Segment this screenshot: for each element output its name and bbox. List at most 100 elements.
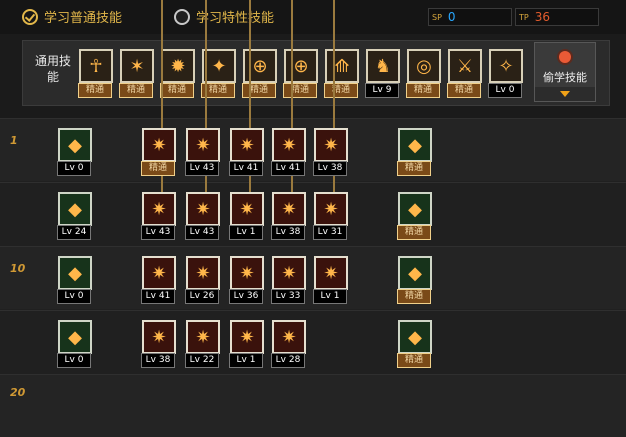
common-skill-icon[interactable]: ⊕: [284, 49, 318, 83]
tree-skill-icon[interactable]: ✷: [272, 128, 306, 162]
dropdown-arrow-icon[interactable]: [535, 87, 595, 101]
tree-skill-tag: 精通: [397, 161, 431, 176]
tree-skill-tag: Lv 41: [141, 289, 175, 304]
tree-skill-icon[interactable]: ✷: [314, 256, 348, 290]
radio-icon: [174, 8, 190, 25]
skill-glyph: ♞: [374, 55, 392, 77]
skill-glyph: ✹: [170, 55, 186, 77]
check-icon: [22, 8, 38, 25]
level-20: 20: [10, 386, 26, 399]
tp-label: TP: [519, 12, 529, 22]
tree-skill-icon[interactable]: ✷: [186, 320, 220, 354]
common-skill-icon[interactable]: ✧: [489, 49, 523, 83]
tree-skill-icon[interactable]: ✷: [314, 192, 348, 226]
tree-skill-tag: Lv 1: [229, 353, 263, 368]
skill-glyph: ✷: [281, 198, 297, 220]
skill-glyph: ✷: [239, 198, 255, 220]
tab-normal-skills[interactable]: 学习普通技能: [22, 7, 122, 26]
skill-glyph: ✷: [239, 134, 255, 156]
tree-skill-icon[interactable]: ✷: [272, 256, 306, 290]
common-skill-tag: 精通: [78, 83, 112, 98]
tree-skill-icon[interactable]: ◆: [58, 256, 92, 290]
tree-skill-tag: 精通: [397, 289, 431, 304]
tree-skill-icon[interactable]: ◆: [398, 192, 432, 226]
tree-skill-tag: Lv 43: [185, 225, 219, 240]
sp-counter: SP 0: [428, 8, 512, 26]
common-skill-icon[interactable]: ◎: [407, 49, 441, 83]
tree-skill-tag: Lv 38: [313, 161, 347, 176]
skill-glyph: ◆: [68, 262, 82, 284]
common-skills-panel: 通用技能 ☥ 精通 ✶ 精通 ✹ 精通 ✦ 精通 ⊕ 精通 ⊕ 精通 ⟰ 精通 ♞ Lv 9 ◎ 精通 ⚔ 精通 ✧ Lv…: [22, 40, 610, 106]
tree-skill-icon[interactable]: ✷: [230, 320, 264, 354]
skill-glyph: ◆: [68, 198, 82, 220]
skill-glyph: ✷: [195, 134, 211, 156]
tree-skill-icon[interactable]: ✷: [142, 256, 176, 290]
tree-skill-icon[interactable]: ◆: [398, 128, 432, 162]
tab-trait-skills[interactable]: 学习特性技能: [174, 7, 274, 26]
tree-skill-icon[interactable]: ✷: [314, 128, 348, 162]
top-bar: 学习普通技能 学习特性技能 SP 0 TP 36: [0, 0, 626, 34]
tree-skill-tag: 精通: [141, 161, 175, 176]
skill-glyph: ◆: [408, 326, 422, 348]
skill-glyph: ✷: [281, 326, 297, 348]
skill-glyph: ◎: [416, 55, 432, 77]
tree-skill-icon[interactable]: ◆: [58, 128, 92, 162]
tp-counter: TP 36: [515, 8, 599, 26]
tree-skill-icon[interactable]: ✷: [186, 256, 220, 290]
skill-glyph: ✷: [281, 134, 297, 156]
skill-glyph: ◆: [408, 262, 422, 284]
tree-skill-icon[interactable]: ✷: [272, 320, 306, 354]
tree-skill-tag: Lv 38: [141, 353, 175, 368]
skill-glyph: ✷: [151, 198, 167, 220]
tree-skill-icon[interactable]: ✷: [230, 256, 264, 290]
skill-glyph: ✦: [211, 55, 227, 77]
tree-skill-tag: 精通: [397, 225, 431, 240]
tree-skill-icon[interactable]: ✷: [142, 320, 176, 354]
common-skill-icon[interactable]: ☥: [79, 49, 113, 83]
steal-skill-button[interactable]: 偷学技能: [534, 42, 596, 102]
tree-skill-icon[interactable]: ✷: [272, 192, 306, 226]
tree-skill-icon[interactable]: ◆: [58, 320, 92, 354]
tree-skill-icon[interactable]: ✷: [142, 128, 176, 162]
common-skill-tag: 精通: [406, 83, 440, 98]
tp-value: 36: [534, 10, 550, 24]
tree-skill-icon[interactable]: ◆: [398, 320, 432, 354]
tree-skill-tag: Lv 1: [229, 225, 263, 240]
steal-label: 偷学技能: [543, 71, 587, 84]
common-skill-icon[interactable]: ♞: [366, 49, 400, 83]
tree-skill-icon[interactable]: ✷: [230, 192, 264, 226]
common-skill-tag: 精通: [119, 83, 153, 98]
common-skill-icon[interactable]: ✦: [202, 49, 236, 83]
tree-skill-tag: Lv 0: [57, 353, 91, 368]
tree-skill-tag: Lv 0: [57, 289, 91, 304]
tab-trait-label: 学习特性技能: [196, 11, 275, 26]
tree-skill-tag: Lv 24: [57, 225, 91, 240]
tree-skill-icon[interactable]: ✷: [186, 128, 220, 162]
tree-skill-icon[interactable]: ◆: [58, 192, 92, 226]
common-skill-icon[interactable]: ⟰: [325, 49, 359, 83]
skill-glyph: ✷: [151, 326, 167, 348]
common-skill-tag: 精通: [283, 83, 317, 98]
tab-normal-label: 学习普通技能: [44, 11, 123, 26]
common-skill-icon[interactable]: ⚔: [448, 49, 482, 83]
common-skill-tag: 精通: [447, 83, 481, 98]
tree-skill-icon[interactable]: ◆: [398, 256, 432, 290]
tree-skill-icon[interactable]: ✷: [142, 192, 176, 226]
common-skill-tag: Lv 9: [365, 83, 399, 98]
skill-glyph: ☥: [89, 55, 103, 77]
tree-skill-tag: Lv 0: [57, 161, 91, 176]
sp-label: SP: [432, 12, 442, 22]
tree-skill-icon[interactable]: ✷: [186, 192, 220, 226]
tree-skill-tag: Lv 41: [229, 161, 263, 176]
skill-glyph: ✷: [151, 262, 167, 284]
skill-glyph: ✷: [239, 326, 255, 348]
tree-skill-tag: Lv 26: [185, 289, 219, 304]
tree-skill-tag: Lv 28: [271, 353, 305, 368]
skill-glyph: ✷: [151, 134, 167, 156]
common-skill-icon[interactable]: ✹: [161, 49, 195, 83]
level-1: 1: [10, 134, 18, 147]
tree-skill-tag: Lv 43: [185, 161, 219, 176]
skill-glyph: ◆: [408, 198, 422, 220]
common-skill-icon[interactable]: ✶: [120, 49, 154, 83]
tree-skill-icon[interactable]: ✷: [230, 128, 264, 162]
